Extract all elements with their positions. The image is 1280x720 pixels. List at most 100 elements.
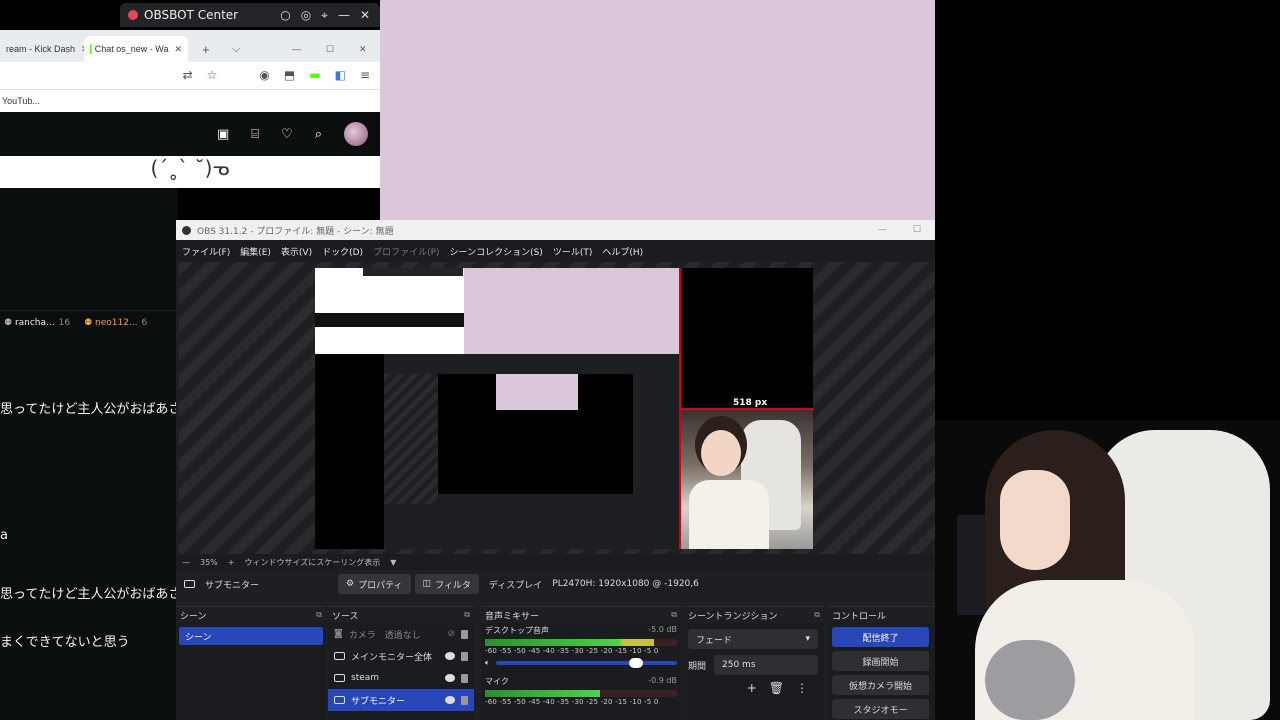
heart-icon[interactable]: ♡ xyxy=(281,127,293,142)
extensions-icon[interactable]: ⬒ xyxy=(284,68,295,82)
obs-window-controls: — ☐ xyxy=(878,225,935,235)
record-icon[interactable]: ○ xyxy=(280,8,290,23)
tab-search-button[interactable]: ⌵ xyxy=(226,36,246,62)
translate-icon[interactable]: ⇄ xyxy=(183,68,193,82)
bookmark-youtube[interactable]: YouTub... xyxy=(2,96,40,106)
zoom-dropdown-icon[interactable]: ▼ xyxy=(390,558,396,567)
tab-label: Chat os_new - Wa xyxy=(94,44,169,54)
minimize-icon[interactable]: — xyxy=(338,8,350,23)
menu-profile[interactable]: プロファイル(P) xyxy=(373,245,439,258)
studio-mode-button[interactable]: スタジオモー xyxy=(832,699,929,719)
menu-file[interactable]: ファイル(F) xyxy=(182,245,230,258)
chat-user[interactable]: ⚉ rancha... 16 xyxy=(4,318,70,328)
menu-help[interactable]: ヘルプ(H) xyxy=(602,245,643,258)
dock-menu-icon[interactable]: ⧉ xyxy=(814,610,820,620)
volume-slider-knob[interactable] xyxy=(629,658,643,668)
zoom-value: 35% xyxy=(200,557,218,567)
profile-icon[interactable]: ◉ xyxy=(259,68,269,82)
desktop-background xyxy=(380,0,935,220)
dock-menu-icon[interactable]: ⧉ xyxy=(464,610,470,620)
preview-canvas[interactable]: 518 px xyxy=(315,268,813,549)
avatar[interactable] xyxy=(344,122,368,146)
trash-icon[interactable]: 🗑︎ xyxy=(769,681,784,695)
gift-icon[interactable]: ⌸ xyxy=(251,127,259,142)
dock-title: シーントランジション ⧉ xyxy=(684,607,824,623)
transition-duration: 期間 250 ms xyxy=(688,655,818,675)
sources-dock: ソース ⧉ ◙ カメラ 透過なし ⊘ メインモニター全体 steam サブモニタ… xyxy=(328,606,474,720)
source-properties-bar: サブモニター ⚙ プロパティ ◫ フィルタ ディスプレイ PL2470H: 19… xyxy=(176,572,935,596)
browser-tab-active[interactable]: Chat os_new - Wa ✕ xyxy=(84,36,188,62)
gear-icon: ⚙ xyxy=(346,579,355,589)
close-button[interactable]: ✕ xyxy=(353,36,373,62)
preview-nested-obs xyxy=(384,354,679,549)
volume-slider[interactable] xyxy=(495,658,677,668)
menu-view[interactable]: 表示(V) xyxy=(281,245,312,258)
lock-icon[interactable] xyxy=(461,673,468,683)
kick-header-icons: ▣ ⌸ ♡ ⌕ xyxy=(217,122,368,146)
eye-icon[interactable] xyxy=(445,696,455,704)
source-row[interactable]: steam xyxy=(328,667,474,689)
browser-tab[interactable]: ream - Kick Dash ✕ xyxy=(0,36,84,62)
lock-icon[interactable] xyxy=(461,695,468,705)
menu-icon[interactable]: ≡ xyxy=(360,68,370,82)
eye-icon[interactable] xyxy=(445,652,455,660)
scene-item[interactable]: シーン xyxy=(179,627,323,645)
display-select[interactable]: PL2470H: 1920x1080 @ -1920,6 xyxy=(552,579,699,589)
add-icon[interactable]: + xyxy=(747,681,757,695)
search-icon[interactable]: ⌕ xyxy=(315,127,322,142)
duration-input[interactable]: 250 ms xyxy=(714,655,818,675)
minimize-button[interactable]: — xyxy=(878,225,887,235)
menu-dock[interactable]: ドック(D) xyxy=(322,245,363,258)
kick-logo-icon[interactable]: ▣ xyxy=(217,127,229,142)
obs-titlebar[interactable]: OBS 31.1.2 - プロファイル: 無題 - シーン: 無題 — ☐ xyxy=(176,220,935,240)
more-icon[interactable]: ⋮ xyxy=(796,681,808,695)
maximize-button[interactable]: ☐ xyxy=(913,225,921,235)
obsbot-window-controls: ○ ◎ ⌖ — ✕ xyxy=(280,8,380,23)
transition-select[interactable]: フェード ▾ xyxy=(688,629,818,649)
extension-blue-icon[interactable]: ◧ xyxy=(335,68,346,82)
target-icon[interactable]: ◎ xyxy=(301,8,311,23)
extension-green-icon[interactable]: ▬ xyxy=(309,68,320,82)
source-row-selected[interactable]: サブモニター xyxy=(328,689,474,711)
bookmark-star-icon[interactable]: ☆ xyxy=(207,68,218,82)
zoom-in-button[interactable]: + xyxy=(228,558,235,567)
obsbot-window-titlebar[interactable]: OBSBOT Center ○ ◎ ⌖ — ✕ xyxy=(120,3,380,27)
menu-tools[interactable]: ツール(T) xyxy=(553,245,593,258)
properties-button[interactable]: ⚙ プロパティ xyxy=(338,574,411,594)
dock-menu-icon[interactable]: ⧉ xyxy=(316,610,322,620)
speaker-icon[interactable]: 🔈︎ xyxy=(485,658,490,668)
lock-icon[interactable] xyxy=(461,629,468,639)
menu-edit[interactable]: 編集(E) xyxy=(240,245,271,258)
eye-icon[interactable] xyxy=(445,674,455,682)
preview-nested-browser xyxy=(315,268,464,354)
obs-preview[interactable]: 518 px xyxy=(179,262,935,554)
close-icon[interactable]: ✕ xyxy=(360,8,370,23)
lock-icon[interactable] xyxy=(461,651,468,661)
start-virtual-camera-button[interactable]: 仮想カメラ開始 xyxy=(832,675,929,695)
kick-banner: (ˊ˳ˋ ˘)ᓀ xyxy=(0,156,380,188)
dock-menu-icon[interactable]: ⧉ xyxy=(671,610,677,620)
zoom-out-button[interactable]: — xyxy=(182,558,190,567)
audio-mixer-dock: 音声ミキサー ⧉ デスクトップ音声 -5.0 dB -60 -55 -50 -4… xyxy=(481,606,681,720)
guide-distance-label: 518 px xyxy=(733,398,768,408)
source-row[interactable]: メインモニター全体 xyxy=(328,645,474,667)
new-tab-button[interactable]: + xyxy=(196,36,216,62)
address-bar[interactable]: ⇄ ☆ ◉ ⬒ ▬ ◧ ≡ xyxy=(0,62,380,90)
chat-user[interactable]: ⚉ neo112... 6 xyxy=(84,318,147,328)
tab-close-icon[interactable]: ✕ xyxy=(174,44,182,55)
display-label: ディスプレイ xyxy=(488,580,543,591)
start-recording-button[interactable]: 録画開始 xyxy=(832,651,929,671)
monitor-icon xyxy=(334,674,345,682)
menu-scene-collection[interactable]: シーンコレクション(S) xyxy=(450,245,543,258)
filters-button[interactable]: ◫ フィルタ xyxy=(414,574,479,594)
source-row[interactable]: ◙ カメラ 透過なし ⊘ xyxy=(328,623,474,645)
obs-menubar: ファイル(F) 編集(E) 表示(V) ドック(D) プロファイル(P) シーン… xyxy=(176,240,935,262)
eye-hidden-icon[interactable]: ⊘ xyxy=(447,629,455,639)
stop-streaming-button[interactable]: 配信終了 xyxy=(832,627,929,647)
maximize-button[interactable]: ☐ xyxy=(320,36,340,62)
pin-icon[interactable]: ⌖ xyxy=(321,8,328,23)
mixer-track: マイク -0.9 dB -60 -55 -50 -45 -40 -35 -30 … xyxy=(481,674,681,708)
minimize-button[interactable]: — xyxy=(286,36,307,62)
monitor-icon xyxy=(334,696,345,704)
zoom-mode-label[interactable]: ウィンドウサイズにスケーリング表示 xyxy=(244,557,380,568)
